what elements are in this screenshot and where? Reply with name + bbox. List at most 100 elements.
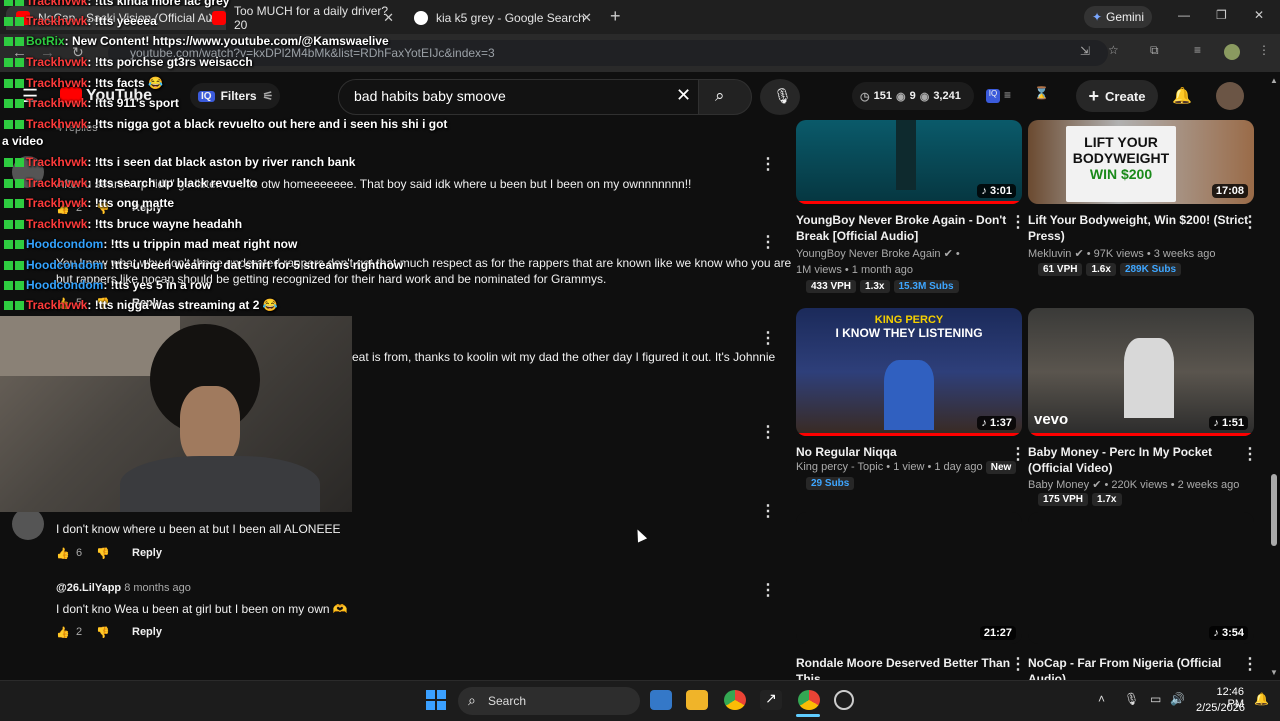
vph-chip: 433 VPH — [806, 280, 857, 293]
video-thumbnail[interactable]: ♪ 3:54 — [1028, 512, 1254, 644]
profile-avatar[interactable] — [1224, 44, 1240, 60]
video-meta: 1 view • 1 day ago — [893, 461, 983, 473]
page-scrollbar-thumb[interactable] — [1271, 474, 1277, 546]
channel-name[interactable]: Mekluvin — [1028, 248, 1071, 260]
video-thumbnail[interactable]: vevo ♪ 1:51 — [1028, 308, 1254, 436]
file-explorer-icon[interactable] — [686, 690, 708, 710]
video-title[interactable]: Baby Money - Perc In My Pocket — [1028, 444, 1212, 460]
reply-button[interactable]: Reply — [132, 626, 162, 638]
filters-button[interactable]: IQ Filters ⚟ — [190, 83, 280, 109]
notifications-icon[interactable]: 🔔 — [1254, 692, 1269, 706]
stat-c: 3,241 — [933, 90, 961, 102]
video-title[interactable]: Rondale Moore Deserved Better Than — [796, 655, 1010, 671]
install-app-icon[interactable]: ⇲ — [1080, 44, 1090, 58]
search-button[interactable]: ⌕ — [698, 79, 752, 115]
video-title[interactable]: No Regular Niqqa — [796, 444, 897, 460]
channel-row: Baby Money ✔ • 220K views • 2 weeks ago — [1028, 479, 1240, 491]
thumbnail-text: KING PERCY — [874, 314, 944, 326]
comment-menu-icon[interactable]: ⋮ — [760, 422, 776, 442]
video-title[interactable]: NoCap - Far From Nigeria (Official — [1028, 655, 1221, 671]
comment-menu-icon[interactable]: ⋮ — [760, 580, 776, 600]
thumbnail-figure — [896, 120, 916, 190]
new-tab-icon[interactable]: + — [610, 6, 621, 27]
microphone-tray-icon[interactable]: 🎙 — [1124, 692, 1139, 706]
extensions-icon[interactable]: ⧉ — [1150, 43, 1159, 58]
network-icon[interactable]: ▭ — [1150, 692, 1161, 706]
verified-icon: ✔ — [943, 248, 953, 260]
channel-name[interactable]: Baby Money — [1028, 479, 1089, 491]
video-menu-icon[interactable]: ⋮ — [1242, 444, 1258, 464]
video-title[interactable]: Lift Your Bodyweight, Win $200! (Strict — [1028, 212, 1248, 228]
comment-menu-icon[interactable]: ⋮ — [760, 154, 776, 174]
dislike-icon[interactable]: 👎 — [96, 626, 110, 639]
video-thumbnail[interactable]: KING PERCY I KNOW THEY LISTENING ♪ 1:37 — [796, 308, 1022, 436]
like-icon[interactable]: 👍 — [56, 547, 70, 560]
comment-menu-icon[interactable]: ⋮ — [760, 501, 776, 521]
tray-overflow-icon[interactable]: ˄ — [1098, 692, 1105, 706]
vidiq-stats-pill[interactable]: ◷ 151 ◉ 9 ◉ 3,241 — [852, 82, 974, 110]
chrome-active-icon[interactable] — [798, 690, 820, 710]
maximize-icon[interactable]: ❐ — [1216, 8, 1227, 22]
like-icon[interactable]: 👍 — [56, 626, 70, 639]
voice-search-button[interactable]: 🎙 — [760, 79, 800, 115]
comment-menu-icon[interactable]: ⋮ — [760, 328, 776, 348]
trophy-icon[interactable]: ⌛ — [1034, 86, 1049, 100]
chat-message: Trackhvwk: !tts search up black revuelto — [4, 176, 257, 190]
chat-message: Trackhvwk: !tts ong matte — [4, 196, 174, 210]
video-title-line2[interactable]: Press) — [1028, 228, 1065, 244]
minimize-icon[interactable]: — — [1178, 8, 1190, 22]
video-title-line2[interactable]: Break [Official Audio] — [796, 228, 918, 244]
clear-search-icon[interactable]: ✕ — [676, 85, 691, 106]
subs-chip: 29 Subs — [806, 477, 855, 490]
youtube-favicon-icon — [212, 11, 226, 25]
channel-name[interactable]: King percy - Topic — [796, 461, 883, 473]
reply-button[interactable]: Reply — [132, 547, 162, 559]
clock-date[interactable]: 2/25/2026 — [1196, 702, 1245, 714]
windows-start-icon[interactable] — [426, 690, 446, 710]
account-avatar[interactable] — [1216, 82, 1244, 110]
chrome-icon[interactable] — [724, 690, 746, 710]
tab-google-search[interactable]: kia k5 grey - Google Search ✕ — [404, 6, 600, 30]
video-thumbnail[interactable]: ♪ 3:01 — [796, 120, 1022, 204]
media-controls-icon[interactable]: ≡ — [1194, 43, 1201, 57]
store-icon[interactable] — [650, 690, 672, 710]
close-tab-icon[interactable]: ✕ — [383, 10, 394, 26]
video-menu-icon[interactable]: ⋮ — [1010, 212, 1026, 232]
comment-menu-icon[interactable]: ⋮ — [760, 232, 776, 252]
video-title[interactable]: YoungBoy Never Broke Again - Don't — [796, 212, 1006, 228]
video-title-line2[interactable]: (Official Video) — [1028, 460, 1112, 476]
obs-icon[interactable] — [834, 690, 854, 710]
chat-message: Hoodcondom: !tts yes 5 in a row — [4, 278, 211, 292]
taskbar-search-box[interactable]: ⌕ Search — [458, 687, 640, 715]
video-menu-icon[interactable]: ⋮ — [1010, 654, 1026, 674]
duration-badge: 17:08 — [1211, 184, 1248, 198]
video-menu-icon[interactable]: ⋮ — [1242, 212, 1258, 232]
list-icon[interactable]: ≡ — [1004, 88, 1011, 102]
channel-name[interactable]: YoungBoy Never Broke Again — [796, 248, 941, 260]
vidiq-icon[interactable]: IQ — [986, 89, 1000, 103]
verified-icon: ✔ — [1092, 479, 1102, 491]
notifications-bell-icon[interactable]: 🔔 — [1172, 86, 1192, 106]
search-input-value: bad habits baby smoove — [354, 88, 506, 104]
create-button[interactable]: + Create — [1076, 80, 1158, 112]
chrome-menu-icon[interactable]: ⋮ — [1258, 43, 1270, 57]
window-close-icon[interactable]: ✕ — [1254, 8, 1264, 22]
gemini-button[interactable]: ✦ Gemini — [1084, 6, 1152, 28]
video-menu-icon[interactable]: ⋮ — [1242, 654, 1258, 674]
dislike-icon[interactable]: 👎 — [96, 547, 110, 560]
comment-author[interactable]: @26.LilYapp — [56, 582, 121, 594]
watched-progress-bar — [796, 201, 1022, 204]
tab-title: kia k5 grey - Google Search — [436, 11, 585, 25]
bookmark-star-icon[interactable]: ☆ — [1108, 43, 1119, 57]
video-thumbnail[interactable]: 21:27 — [796, 512, 1022, 644]
volume-icon[interactable]: 🔊 — [1170, 692, 1185, 706]
scroll-up-icon[interactable]: ▲ — [1270, 76, 1278, 85]
sliders-icon: ⚟ — [262, 89, 274, 103]
video-menu-icon[interactable]: ⋮ — [1010, 444, 1026, 464]
scroll-down-icon[interactable]: ▼ — [1270, 668, 1278, 677]
tab-daily-driver[interactable]: Too MUCH for a daily driver? 20 ✕ — [202, 4, 402, 32]
stocks-app-icon[interactable]: ↗ — [760, 690, 782, 710]
close-tab-icon[interactable]: ✕ — [581, 10, 592, 26]
video-thumbnail[interactable]: LIFT YOUR BODYWEIGHT WIN $200 17:08 — [1028, 120, 1254, 204]
search-icon: ⌕ — [715, 86, 725, 105]
